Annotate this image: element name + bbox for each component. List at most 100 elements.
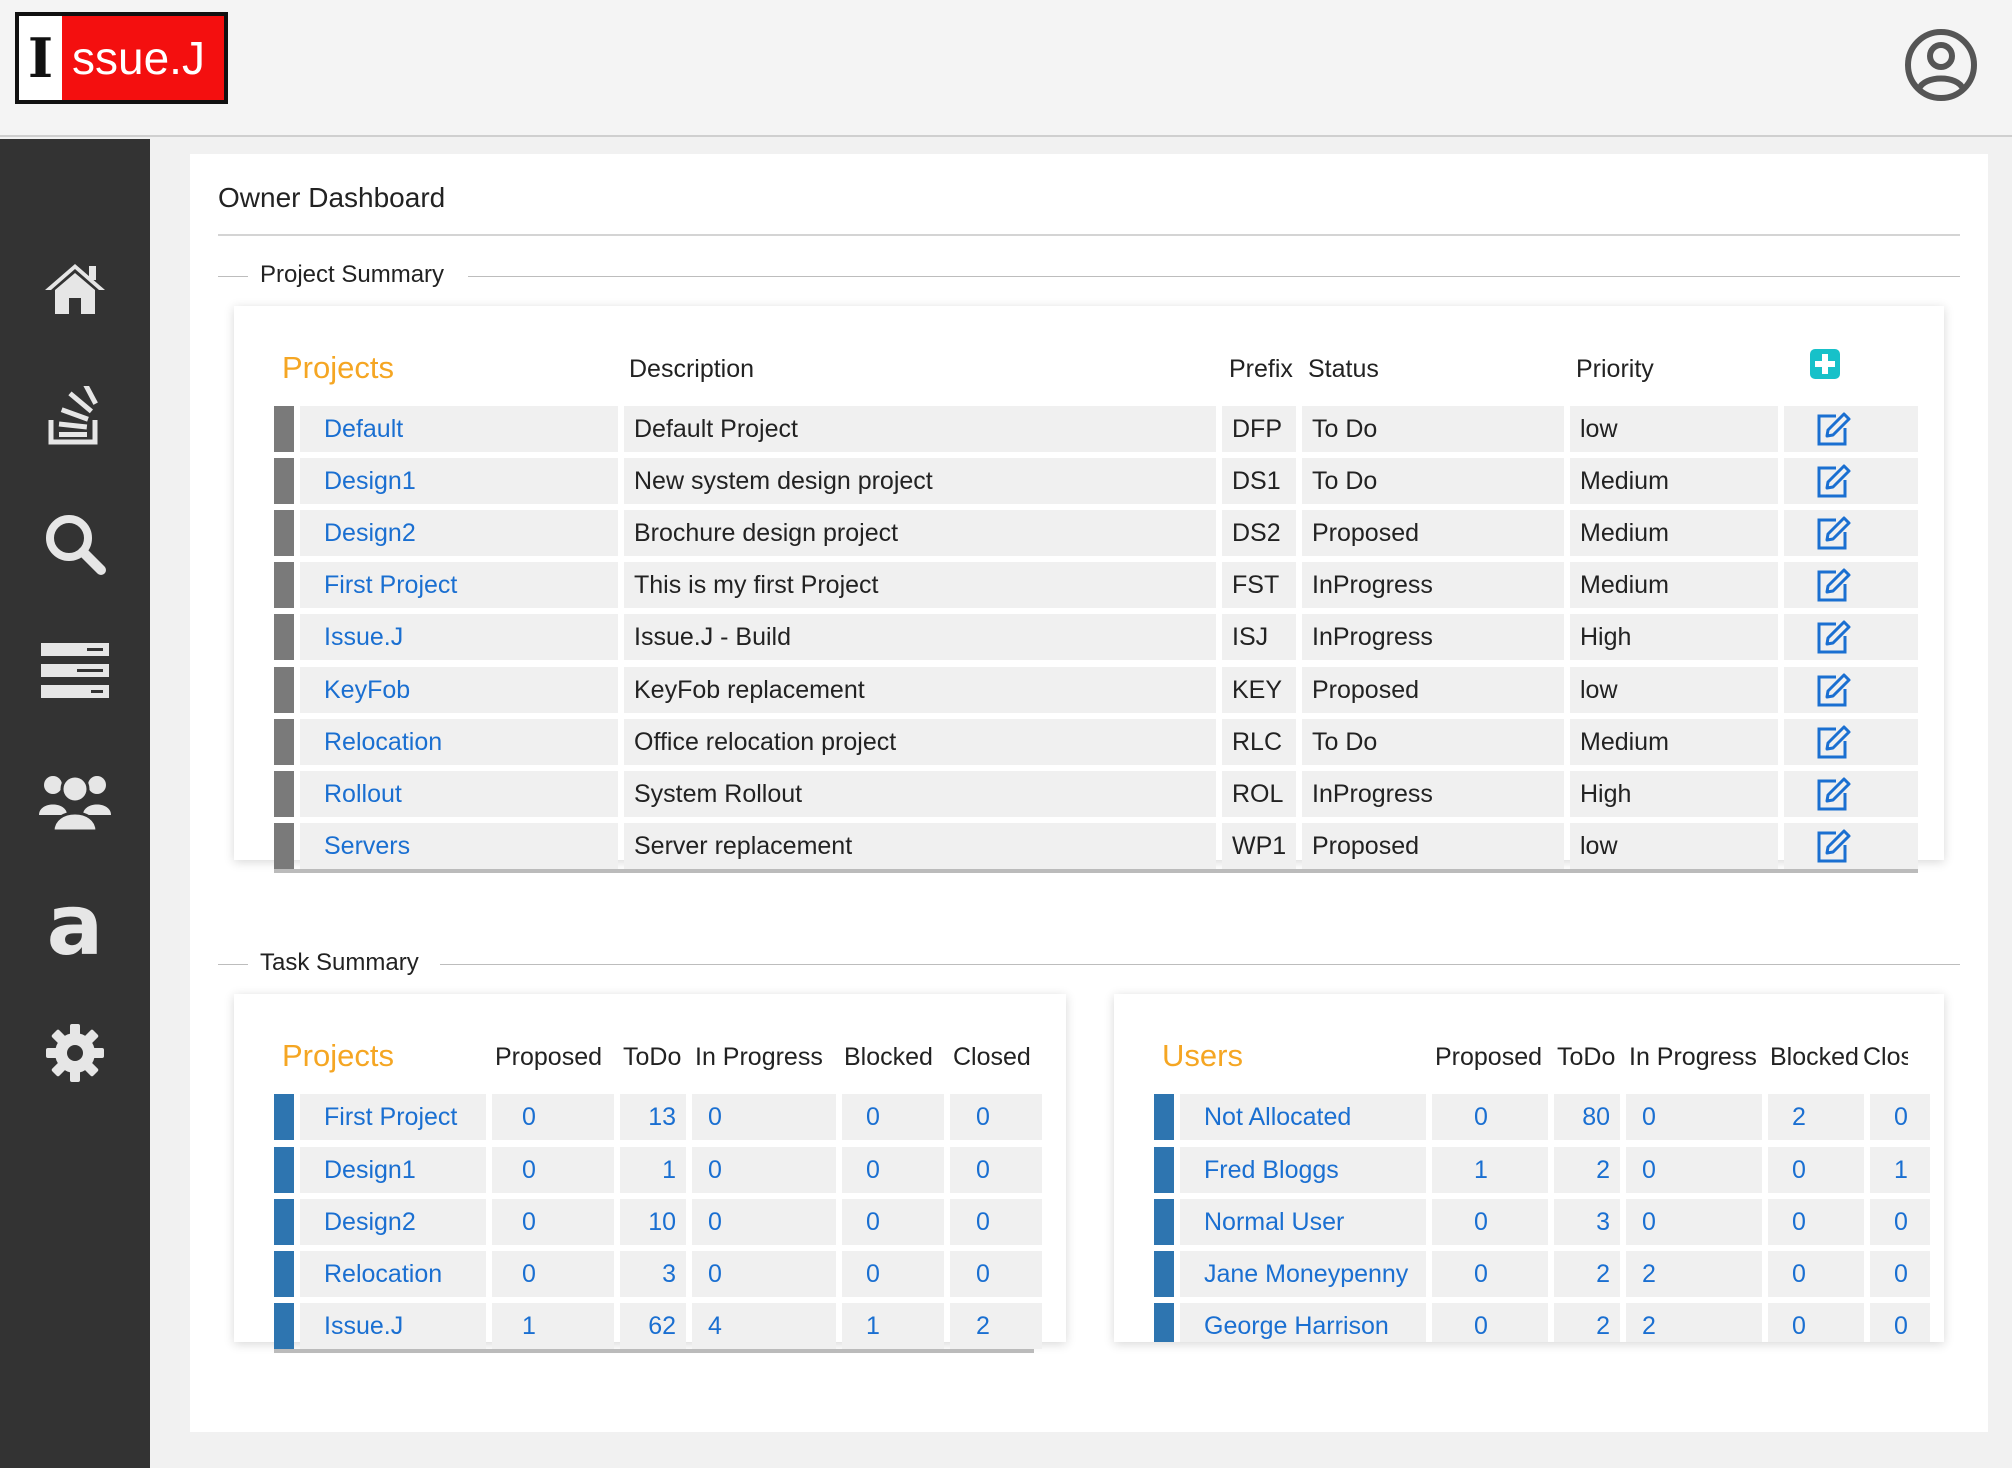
sidebar-item-list[interactable] — [37, 633, 113, 709]
project-status: InProgress — [1302, 771, 1564, 817]
closed-count: 0 — [950, 1251, 1042, 1297]
project-name-link[interactable]: Servers — [300, 823, 618, 869]
todo-count: 80 — [1554, 1094, 1620, 1140]
project-priority: Medium — [1570, 510, 1778, 556]
project-name-link[interactable]: Issue.J — [300, 614, 618, 660]
project-status: InProgress — [1302, 614, 1564, 660]
edit-project-button[interactable] — [1784, 823, 1918, 869]
project-description: Issue.J - Build — [624, 614, 1216, 660]
col-header-in-progress: In Progress — [695, 1043, 823, 1071]
col-header-projects: Projects — [282, 350, 394, 385]
blocked-count: 0 — [842, 1147, 944, 1193]
task-project-name-link[interactable]: Design2 — [300, 1199, 486, 1245]
in-progress-count: 0 — [692, 1251, 836, 1297]
edit-project-button[interactable] — [1784, 458, 1918, 504]
user-name-link[interactable]: Not Allocated — [1180, 1094, 1426, 1140]
project-status: Proposed — [1302, 667, 1564, 713]
users-icon — [39, 774, 111, 833]
task-project-name-link[interactable]: Issue.J — [300, 1303, 486, 1349]
user-name-link[interactable]: Fred Bloggs — [1180, 1147, 1426, 1193]
user-name-link[interactable]: George Harrison — [1180, 1303, 1426, 1342]
sidebar-item-search[interactable] — [37, 506, 113, 582]
proposed-count: 0 — [492, 1251, 614, 1297]
edit-project-button[interactable] — [1784, 562, 1918, 608]
edit-project-button[interactable] — [1784, 719, 1918, 765]
col-header-prefix: Prefix — [1229, 355, 1293, 383]
project-description: Brochure design project — [624, 510, 1216, 556]
closed-count: 1 — [1870, 1147, 1930, 1193]
todo-count: 1 — [620, 1147, 686, 1193]
blocked-count: 0 — [1768, 1251, 1864, 1297]
col-header-closed: Clos — [1863, 1043, 1908, 1071]
project-priority: High — [1570, 614, 1778, 660]
project-description: New system design project — [624, 458, 1216, 504]
project-name-link[interactable]: Design2 — [300, 510, 618, 556]
blocked-count: 2 — [1768, 1094, 1864, 1140]
stack-icon — [48, 386, 98, 445]
project-name-link[interactable]: Relocation — [300, 719, 618, 765]
user-circle-icon — [1905, 29, 1977, 101]
user-name-link[interactable]: Normal User — [1180, 1199, 1426, 1245]
project-status: InProgress — [1302, 562, 1564, 608]
sidebar-item-settings[interactable] — [37, 1015, 113, 1091]
blocked-count: 0 — [1768, 1199, 1864, 1245]
project-prefix: DFP — [1222, 406, 1296, 452]
project-description: Default Project — [624, 406, 1216, 452]
edit-icon — [1817, 516, 1851, 550]
closed-count: 0 — [1870, 1251, 1930, 1297]
add-project-button[interactable] — [1810, 349, 1840, 379]
col-header-in-progress: In Progress — [1629, 1043, 1757, 1071]
edit-project-button[interactable] — [1784, 510, 1918, 556]
project-name-link[interactable]: Default — [300, 406, 618, 452]
proposed-count: 1 — [1432, 1147, 1548, 1193]
proposed-count: 1 — [492, 1303, 614, 1349]
task-project-name-link[interactable]: Design1 — [300, 1147, 486, 1193]
todo-count: 10 — [620, 1199, 686, 1245]
closed-count: 0 — [1870, 1303, 1930, 1342]
in-progress-count: 0 — [692, 1094, 836, 1140]
task-projects-card: Projects Proposed ToDo In Progress Block… — [234, 994, 1066, 1353]
closed-count: 0 — [950, 1147, 1042, 1193]
project-status: To Do — [1302, 458, 1564, 504]
title-divider — [218, 234, 1960, 236]
in-progress-count: 0 — [1626, 1199, 1762, 1245]
project-description: KeyFob replacement — [624, 667, 1216, 713]
project-prefix: DS1 — [1222, 458, 1296, 504]
project-status: Proposed — [1302, 510, 1564, 556]
user-account-button[interactable] — [1904, 28, 1978, 102]
project-priority: low — [1570, 406, 1778, 452]
project-prefix: FST — [1222, 562, 1296, 608]
todo-count: 62 — [620, 1303, 686, 1349]
todo-count: 2 — [1554, 1147, 1620, 1193]
app-logo[interactable]: I ssue.J — [15, 12, 228, 104]
project-priority: Medium — [1570, 719, 1778, 765]
todo-count: 2 — [1554, 1303, 1620, 1342]
project-priority: Medium — [1570, 562, 1778, 608]
project-prefix: WP1 — [1222, 823, 1296, 869]
project-name-link[interactable]: First Project — [300, 562, 618, 608]
edit-project-button[interactable] — [1784, 771, 1918, 817]
proposed-count: 0 — [492, 1199, 614, 1245]
project-name-link[interactable]: Design1 — [300, 458, 618, 504]
edit-project-button[interactable] — [1784, 667, 1918, 713]
task-project-name-link[interactable]: Relocation — [300, 1251, 486, 1297]
closed-count: 0 — [950, 1199, 1042, 1245]
svg-text:a: a — [47, 894, 104, 958]
sidebar-item-users[interactable] — [37, 762, 113, 838]
project-priority: Medium — [1570, 458, 1778, 504]
edit-project-button[interactable] — [1784, 406, 1918, 452]
edit-project-button[interactable] — [1784, 614, 1918, 660]
edit-icon — [1817, 829, 1851, 863]
font-a-icon: a — [47, 894, 104, 958]
col-header-closed: Closed — [953, 1043, 1031, 1071]
col-header-proposed: Proposed — [495, 1043, 603, 1071]
sidebar-item-font[interactable]: a — [37, 888, 113, 964]
sidebar-item-stack[interactable] — [37, 378, 113, 454]
page-title: Owner Dashboard — [218, 182, 446, 213]
project-name-link[interactable]: Rollout — [300, 771, 618, 817]
sidebar-item-home[interactable] — [37, 250, 113, 326]
edit-icon — [1817, 464, 1851, 498]
project-name-link[interactable]: KeyFob — [300, 667, 618, 713]
task-project-name-link[interactable]: First Project — [300, 1094, 486, 1140]
user-name-link[interactable]: Jane Moneypenny — [1180, 1251, 1426, 1297]
